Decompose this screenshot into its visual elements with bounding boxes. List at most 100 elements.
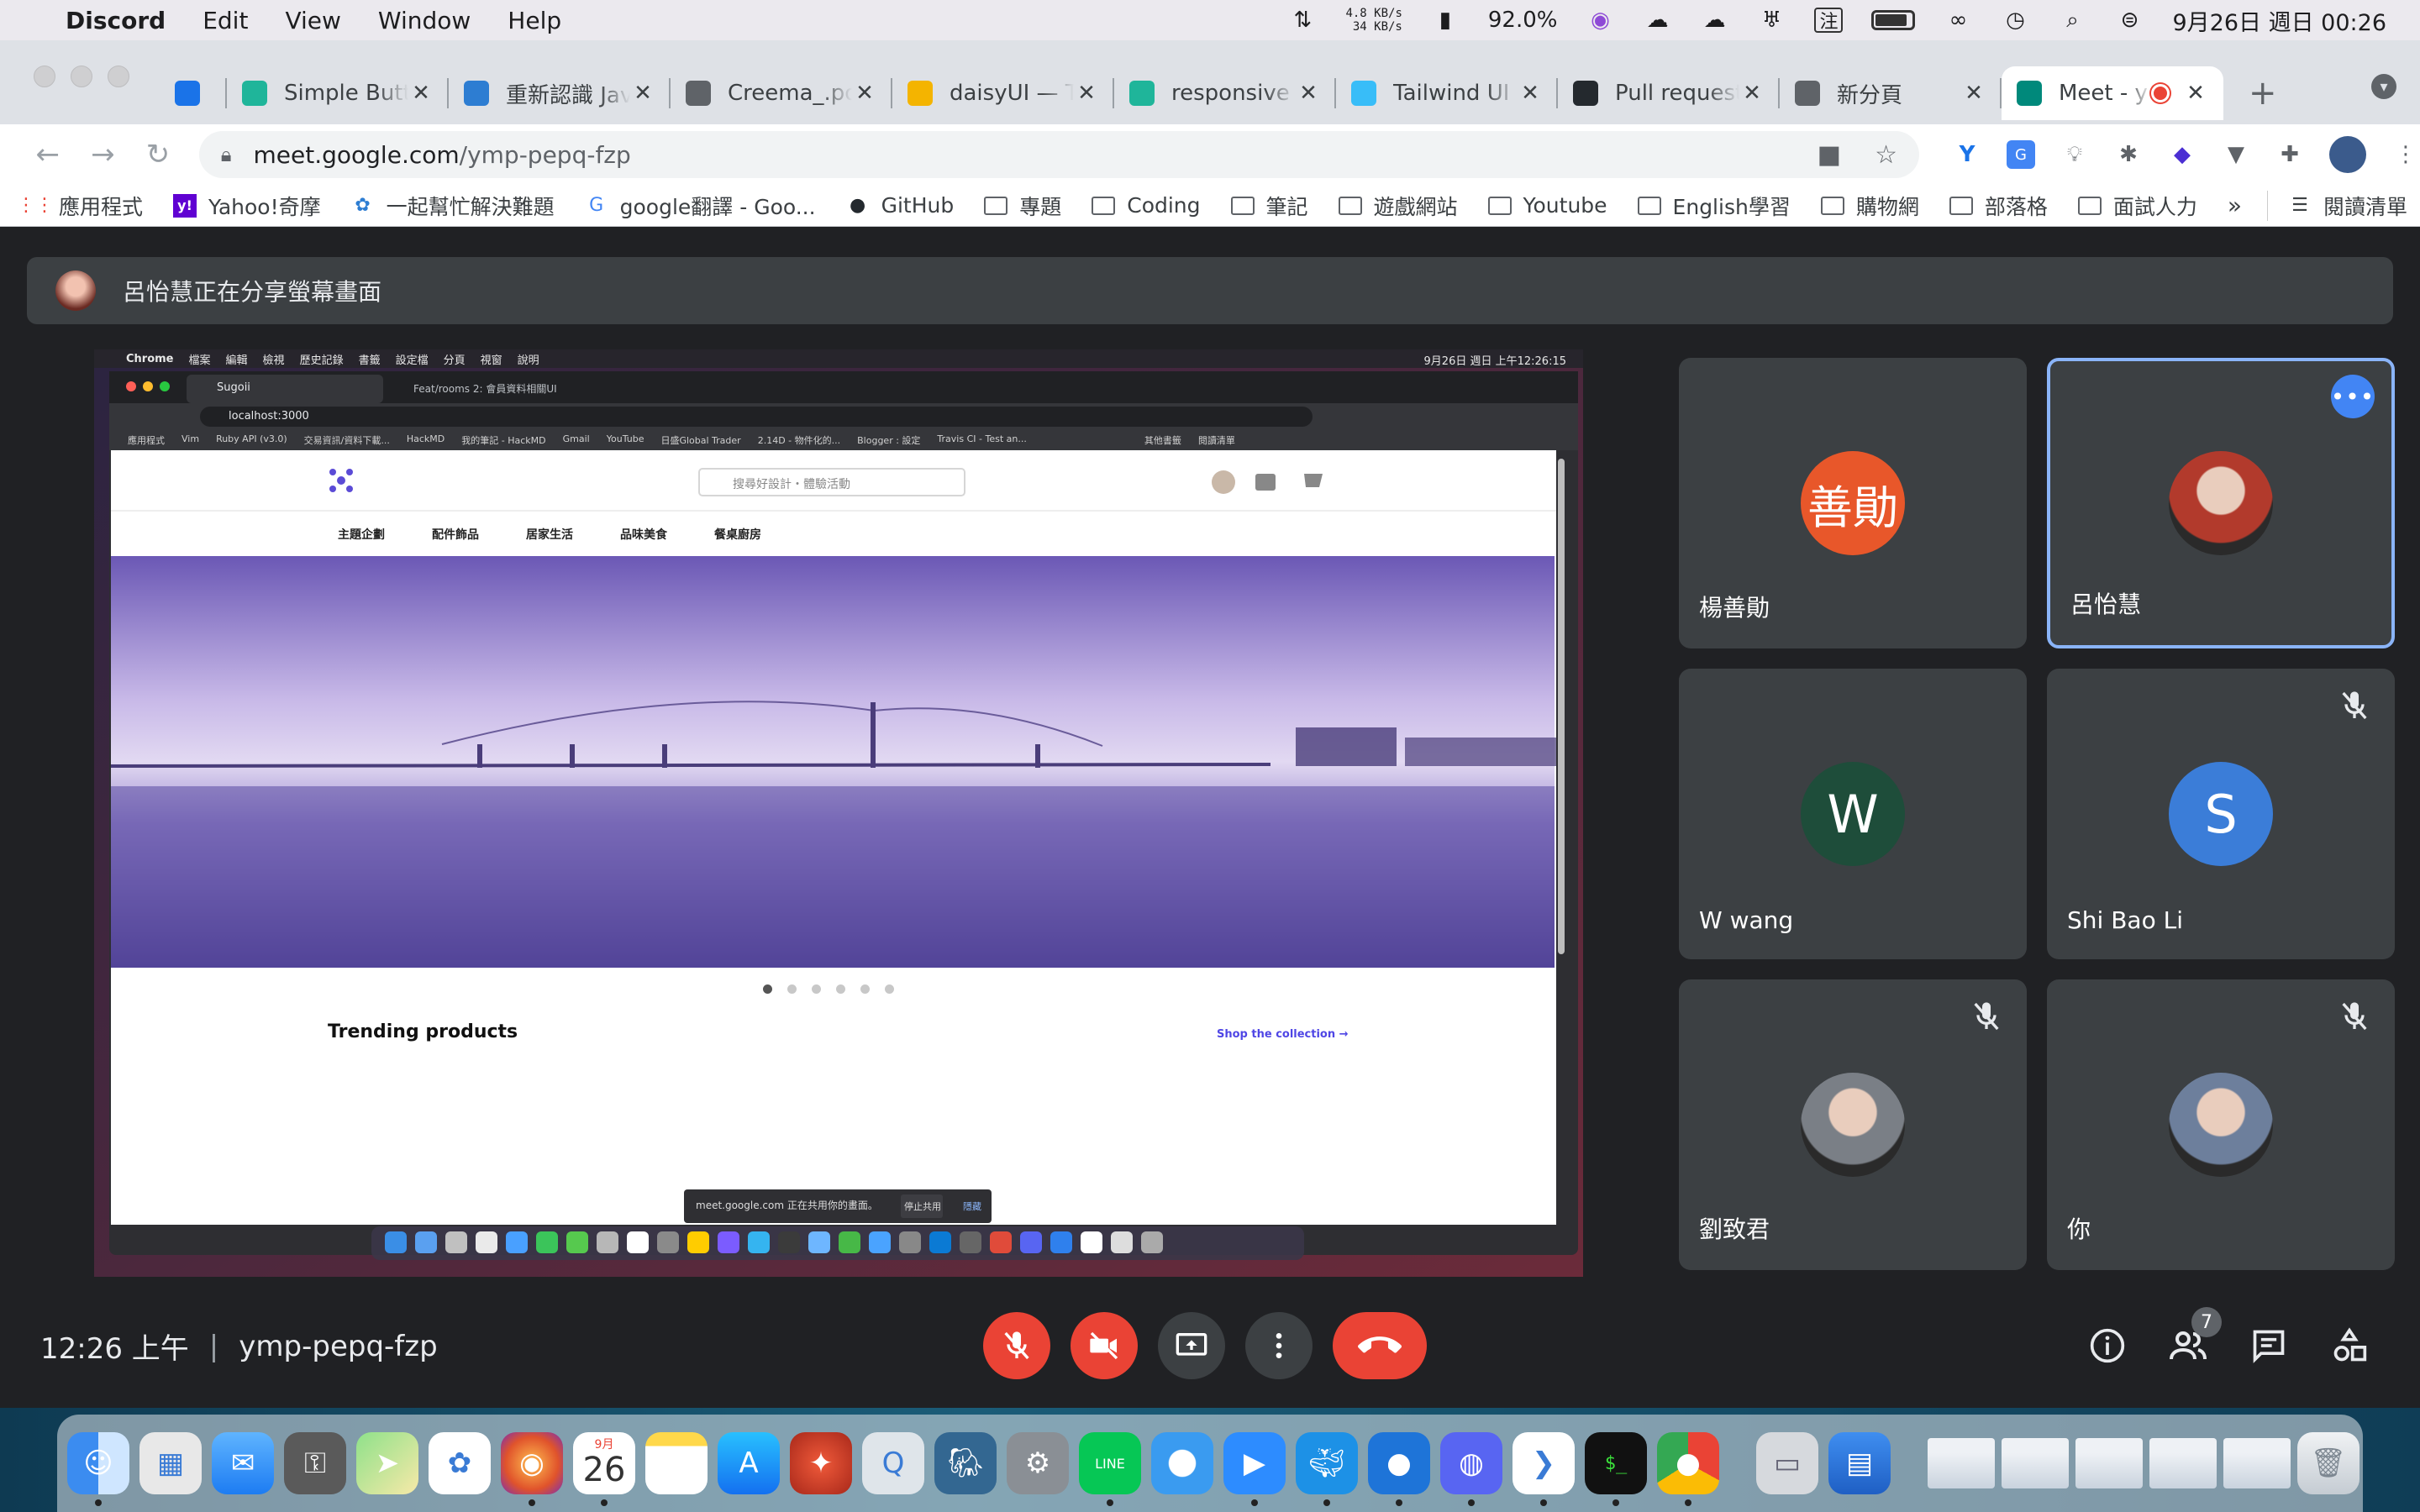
preview-thumbnail-icon[interactable]: ▭ xyxy=(1756,1432,1818,1494)
chrome-menu-icon[interactable]: ⋮ xyxy=(2391,140,2420,169)
bookmark-item[interactable]: y! Yahoo!奇摩 xyxy=(173,191,321,221)
control-center-icon[interactable]: ⊜ xyxy=(2115,8,2144,33)
app-store-icon[interactable]: A xyxy=(718,1432,780,1494)
browser-tab[interactable]: Simple Butto✕ xyxy=(227,66,449,120)
leave-call-button[interactable] xyxy=(1333,1312,1427,1379)
browser-tab[interactable]: Tailwind UI - ✕ xyxy=(1336,66,1558,120)
diamond-extension-icon[interactable]: ◆ xyxy=(2168,140,2196,169)
participant-tile[interactable]: W W wang xyxy=(1679,669,2027,959)
chrome-icon[interactable]: ● xyxy=(1657,1432,1719,1506)
participant-more-options-icon[interactable]: ••• xyxy=(2331,375,2375,418)
docker-icon[interactable]: 🐳︎ xyxy=(1296,1432,1358,1506)
bookmarks-overflow-button[interactable]: » xyxy=(2228,192,2242,219)
close-tab-icon[interactable]: ✕ xyxy=(852,81,877,106)
close-tab-icon[interactable]: ✕ xyxy=(408,81,434,106)
bookmark-item[interactable]: 專題 xyxy=(984,191,1061,221)
bookmark-item[interactable]: 購物網 xyxy=(1820,191,1919,221)
battery-icon[interactable] xyxy=(1871,10,1916,30)
close-tab-icon[interactable]: ✕ xyxy=(1296,81,1321,106)
new-tab-plus-icon[interactable]: + xyxy=(2249,74,2277,113)
vscode-icon[interactable]: ❯ xyxy=(1512,1432,1575,1506)
menu-view[interactable]: View xyxy=(285,7,340,34)
cloud-icon[interactable]: ☁ xyxy=(1700,8,1728,33)
browser-tab[interactable]: daisyUI — T ✕ xyxy=(892,66,1114,120)
present-now-button[interactable] xyxy=(1158,1312,1225,1379)
bookmark-item[interactable]: ● GitHub xyxy=(846,193,954,218)
bookmark-star-icon[interactable]: ☆ xyxy=(1875,140,1897,170)
meeting-info-button[interactable] xyxy=(2084,1322,2131,1369)
browser-tab[interactable]: responsive t ✕ xyxy=(1114,66,1336,120)
minimized-window-thumbnail[interactable] xyxy=(1928,1438,1995,1488)
bookmark-item[interactable]: Ggoogle翻譯 - Goo... xyxy=(585,191,815,221)
browser-tab[interactable]: 新分頁 ✕ xyxy=(1780,66,2002,120)
battery-status-icon[interactable]: ▮ xyxy=(1431,8,1460,33)
ghost-app-icon[interactable]: ◉ xyxy=(1586,8,1614,33)
airpods-icon[interactable]: ♅ xyxy=(1757,8,1786,33)
terminal-icon[interactable]: $_ xyxy=(1585,1432,1647,1506)
close-tab-icon[interactable]: ✕ xyxy=(2183,81,2208,106)
mic-off-button[interactable] xyxy=(983,1312,1050,1379)
menu-edit[interactable]: Edit xyxy=(203,7,248,34)
camera-off-button[interactable] xyxy=(1071,1312,1138,1379)
participant-tile[interactable]: 呂怡慧 ••• xyxy=(2047,358,2395,648)
extensions-puzzle-icon[interactable]: ✚ xyxy=(2275,140,2304,169)
minimized-window-thumbnail[interactable] xyxy=(2075,1438,2143,1488)
participant-tile[interactable]: 善勛 楊善勛 xyxy=(1679,358,2027,648)
trash-icon[interactable]: 🗑︎ xyxy=(2297,1432,2360,1494)
proxy-icon[interactable]: ● xyxy=(1368,1432,1430,1506)
close-tab-icon[interactable]: ✕ xyxy=(1961,81,1986,106)
close-tab-icon[interactable]: ✕ xyxy=(630,81,655,106)
google-translate-extension-icon[interactable]: G xyxy=(2006,140,2035,169)
menubar-clock[interactable]: 9月26日 週日 00:26 xyxy=(2172,4,2386,37)
browser-tab[interactable]: 重新認識 Jav ✕ xyxy=(449,66,671,120)
browser-tab[interactable]: Meet - y ✕ xyxy=(2002,66,2223,120)
mail-icon[interactable]: ✉ xyxy=(212,1432,274,1494)
photos-icon[interactable]: ✿ xyxy=(429,1432,491,1494)
lock-icon[interactable]: 🔒︎ xyxy=(221,143,232,166)
time-machine-icon[interactable]: ◷ xyxy=(2001,8,2029,33)
bookmark-item[interactable]: 遊戲網站 xyxy=(1338,191,1458,221)
bookmark-item[interactable]: 面試人力 xyxy=(2077,191,2197,221)
spotlight-search-icon[interactable]: ⌕ xyxy=(2058,8,2086,33)
bookmark-item[interactable]: English學習 xyxy=(1637,191,1791,221)
zoom-icon[interactable]: ▶ xyxy=(1223,1432,1286,1506)
browser-tab[interactable] xyxy=(160,66,227,120)
menu-help[interactable]: Help xyxy=(508,7,561,34)
maps-icon[interactable]: ➤ xyxy=(356,1432,418,1494)
browser-tab[interactable]: Creema_.po ✕ xyxy=(671,66,892,120)
reading-list-button[interactable]: ☰ 閱讀清單 xyxy=(2267,190,2407,221)
tab-search-chevron-icon[interactable]: ▾ xyxy=(2371,74,2396,99)
menu-app-name[interactable]: Discord xyxy=(66,7,166,34)
notes-icon[interactable] xyxy=(645,1432,708,1494)
bookmark-item[interactable]: ✿ 一起幫忙解決難題 xyxy=(351,191,554,221)
firefox-icon[interactable]: ◉ xyxy=(501,1432,563,1506)
bookmark-item[interactable]: Youtube xyxy=(1487,193,1607,218)
more-options-button[interactable] xyxy=(1245,1312,1313,1379)
activities-button[interactable] xyxy=(2326,1322,2373,1369)
calendar-icon[interactable]: 9月 26 xyxy=(573,1432,635,1506)
close-tab-icon[interactable]: ✕ xyxy=(1074,81,1099,106)
bookmark-item[interactable]: ⋮⋮ 應用程式 xyxy=(17,191,143,221)
input-method-icon[interactable]: 注 xyxy=(1814,8,1844,33)
participant-tile[interactable]: 你 xyxy=(2047,979,2395,1270)
close-tab-icon[interactable]: ✕ xyxy=(1739,81,1765,106)
cloud-sync-icon[interactable]: ☁ xyxy=(1643,8,1671,33)
link-icon[interactable]: ∞ xyxy=(1944,8,1972,33)
network-arrows-icon[interactable]: ⇅ xyxy=(1288,8,1317,33)
system-preferences-icon[interactable]: ⚙ xyxy=(1007,1432,1069,1494)
quicktime-icon[interactable]: Q xyxy=(862,1432,924,1494)
meeting-code[interactable]: ymp-pepq-fzp xyxy=(239,1330,437,1363)
reload-icon[interactable]: ↻ xyxy=(130,138,186,171)
safari-icon[interactable]: ✧ xyxy=(1151,1432,1213,1494)
bookmark-item[interactable]: Coding xyxy=(1092,193,1201,218)
line-icon[interactable]: LINE xyxy=(1079,1432,1141,1506)
minimized-window-thumbnail[interactable] xyxy=(2002,1438,2069,1488)
vue-devtools-extension-icon[interactable]: ▼ xyxy=(2222,140,2250,169)
address-bar[interactable]: 🔒︎ meet.google.com/ymp-pepq-fzp ■ ☆ xyxy=(198,131,1919,178)
browser-tab[interactable]: Pull request ✕ xyxy=(1558,66,1780,120)
shared-screen[interactable]: Chrome 檔案 編輯 檢視 歷史記錄 書籤 設定檔 分頁 視窗 說明 9月2… xyxy=(94,349,1583,1277)
keychain-icon[interactable]: ⚿ xyxy=(284,1432,346,1494)
bug-extension-icon[interactable]: ✱ xyxy=(2114,140,2143,169)
vercel-extension-icon[interactable]: Y xyxy=(1953,140,1981,169)
profile-avatar[interactable] xyxy=(2328,136,2366,173)
